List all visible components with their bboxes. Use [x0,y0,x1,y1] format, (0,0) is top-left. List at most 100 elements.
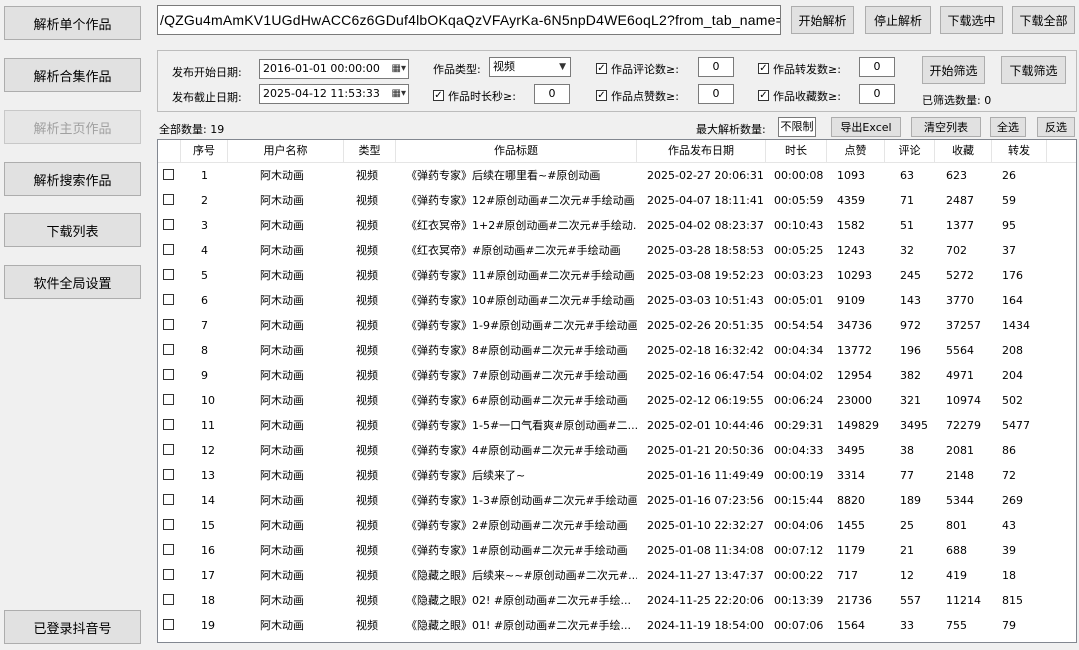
favorites-checkbox[interactable]: ✓ [758,90,769,101]
table-row[interactable]: 4 阿木动画 视频 《红衣冥帝》#原创动画#二次元#手绘动画 2025-03-28 18… [158,238,1076,263]
start-date-picker[interactable]: 2016-01-01 00:00:00 ▦▾ [259,59,409,79]
comments-checkbox[interactable]: ✓ [596,63,607,74]
row-checkbox[interactable] [163,444,174,455]
table-row[interactable]: 15 阿木动画 视频 《弹药专家》2#原创动画#二次元#手绘动画 2025-01-10 … [158,513,1076,538]
likes-checkbox[interactable]: ✓ [596,90,607,101]
url-input[interactable]: /QZGu4mAmKV1UGdHwACC6z6GDuf4lbOKqaQzVFAy… [157,5,781,35]
row-checkbox[interactable] [163,319,174,330]
global-settings-button[interactable]: 软件全局设置 [4,265,141,299]
total-count: 全部数量: 19 [159,123,225,136]
table-cell: 《弹药专家》1-9#原创动画#二次元#手绘动画 [406,319,637,332]
table-row[interactable]: 18 阿木动画 视频 《隐藏之眼》02! #原创动画#二次元#手绘... 2024-11… [158,588,1076,613]
table-cell: 00:03:23 [774,269,824,282]
row-checkbox[interactable] [163,194,174,205]
calendar-icon[interactable]: ▦▾ [384,87,406,101]
favorites-label: 作品收藏数≥: [773,90,841,103]
table-row[interactable]: 17 阿木动画 视频 《隐藏之眼》后续来~~#原创动画#二次元#... 2024-11-… [158,563,1076,588]
row-checkbox[interactable] [163,619,174,630]
start-date-value: 2016-01-01 00:00:00 [263,62,380,75]
table-row[interactable]: 8 阿木动画 视频 《弹药专家》8#原创动画#二次元#手绘动画 2025-02-18 1… [158,338,1076,363]
table-cell: 419 [946,569,967,582]
column-header[interactable]: 作品标题 [396,140,637,162]
row-checkbox[interactable] [163,519,174,530]
column-header[interactable]: 序号 [181,140,228,162]
export-excel-button[interactable]: 导出Excel [831,117,901,137]
table-cell: 33 [900,619,914,632]
table-cell: 阿木动画 [260,394,304,407]
shares-input[interactable]: 0 [859,57,895,77]
likes-input[interactable]: 0 [698,84,734,104]
logged-in-account-button[interactable]: 已登录抖音号 [4,610,141,644]
table-cell: 2487 [946,194,974,207]
clear-list-button[interactable]: 清空列表 [911,117,981,137]
table-cell: 13772 [837,344,872,357]
shares-checkbox[interactable]: ✓ [758,63,769,74]
table-row[interactable]: 14 阿木动画 视频 《弹药专家》1-3#原创动画#二次元#手绘动画 2025-01-1… [158,488,1076,513]
favorites-input[interactable]: 0 [859,84,895,104]
table-row[interactable]: 2 阿木动画 视频 《弹药专家》12#原创动画#二次元#手绘动画 2025-04-07 … [158,188,1076,213]
column-header[interactable]: 用户名称 [228,140,344,162]
download-filter-button[interactable]: 下载筛选 [1001,56,1066,84]
calendar-icon[interactable]: ▦▾ [384,62,406,76]
column-header[interactable]: 收藏 [935,140,992,162]
row-checkbox[interactable] [163,369,174,380]
row-checkbox[interactable] [163,169,174,180]
table-row[interactable]: 12 阿木动画 视频 《弹药专家》4#原创动画#二次元#手绘动画 2025-01-21 … [158,438,1076,463]
duration-input[interactable]: 0 [534,84,570,104]
table-cell: 2024-11-25 22:20:06 [647,594,764,607]
table-row[interactable]: 1 阿木动画 视频 《弹药专家》后续在哪里看~#原创动画 2025-02-27 20:0… [158,163,1076,188]
table-row[interactable]: 7 阿木动画 视频 《弹药专家》1-9#原创动画#二次元#手绘动画 2025-02-26… [158,313,1076,338]
table-row[interactable]: 3 阿木动画 视频 《红衣冥帝》1+2#原创动画#二次元#手绘动... 2025-04-… [158,213,1076,238]
start-filter-button[interactable]: 开始筛选 [922,56,985,84]
table-row[interactable]: 6 阿木动画 视频 《弹药专家》10#原创动画#二次元#手绘动画 2025-03-03 … [158,288,1076,313]
row-checkbox[interactable] [163,544,174,555]
column-header[interactable]: 评论 [885,140,935,162]
start-parse-button[interactable]: 开始解析 [791,6,854,34]
row-checkbox[interactable] [163,219,174,230]
invert-select-button[interactable]: 反选 [1037,117,1075,137]
select-all-button[interactable]: 全选 [990,117,1026,137]
table-cell: 21 [900,544,914,557]
row-checkbox[interactable] [163,469,174,480]
row-checkbox[interactable] [163,569,174,580]
column-header[interactable]: 点赞 [827,140,885,162]
table-cell: 视频 [356,444,378,457]
column-header[interactable]: 时长 [766,140,827,162]
max-parse-input[interactable]: 不限制 [778,117,816,137]
parse-search-button[interactable]: 解析搜索作品 [4,162,141,196]
table-row[interactable]: 9 阿木动画 视频 《弹药专家》7#原创动画#二次元#手绘动画 2025-02-16 0… [158,363,1076,388]
table-row[interactable]: 19 阿木动画 视频 《隐藏之眼》01! #原创动画#二次元#手绘... 2024-11… [158,613,1076,638]
parse-homepage-button[interactable]: 解析主页作品 [4,110,141,144]
row-checkbox[interactable] [163,344,174,355]
duration-checkbox[interactable]: ✓ [433,90,444,101]
column-header[interactable]: 作品发布日期 [637,140,766,162]
download-selected-button[interactable]: 下载选中 [940,6,1003,34]
parse-collection-button[interactable]: 解析合集作品 [4,58,141,92]
download-all-button[interactable]: 下载全部 [1012,6,1075,34]
table-row[interactable]: 16 阿木动画 视频 《弹药专家》1#原创动画#二次元#手绘动画 2025-01-08 … [158,538,1076,563]
end-date-picker[interactable]: 2025-04-12 11:53:33 ▦▾ [259,84,409,104]
row-checkbox[interactable] [163,244,174,255]
table-row[interactable]: 10 阿木动画 视频 《弹药专家》6#原创动画#二次元#手绘动画 2025-02-12 … [158,388,1076,413]
table-cell: 17 [201,569,215,582]
parse-single-button[interactable]: 解析单个作品 [4,6,141,40]
row-checkbox[interactable] [163,594,174,605]
table-cell: 717 [837,569,858,582]
table-cell: 63 [900,169,914,182]
column-header[interactable]: 类型 [344,140,396,162]
row-checkbox[interactable] [163,269,174,280]
type-select[interactable]: 视频 ▼ [489,57,571,77]
row-checkbox[interactable] [163,419,174,430]
row-checkbox[interactable] [163,294,174,305]
table-row[interactable]: 13 阿木动画 视频 《弹药专家》后续来了~ 2025-01-16 11:49:49 00… [158,463,1076,488]
table-cell: 00:05:25 [774,244,824,257]
stop-parse-button[interactable]: 停止解析 [865,6,931,34]
column-header[interactable]: 转发 [992,140,1047,162]
row-checkbox[interactable] [163,394,174,405]
download-list-button[interactable]: 下载列表 [4,213,141,247]
table-row[interactable]: 5 阿木动画 视频 《弹药专家》11#原创动画#二次元#手绘动画 2025-03-08 … [158,263,1076,288]
comments-input[interactable]: 0 [698,57,734,77]
table-row[interactable]: 11 阿木动画 视频 《弹药专家》1-5#一口气看爽#原创动画#二... 2025-02… [158,413,1076,438]
row-checkbox[interactable] [163,494,174,505]
start-date-label: 发布开始日期: [172,66,242,79]
